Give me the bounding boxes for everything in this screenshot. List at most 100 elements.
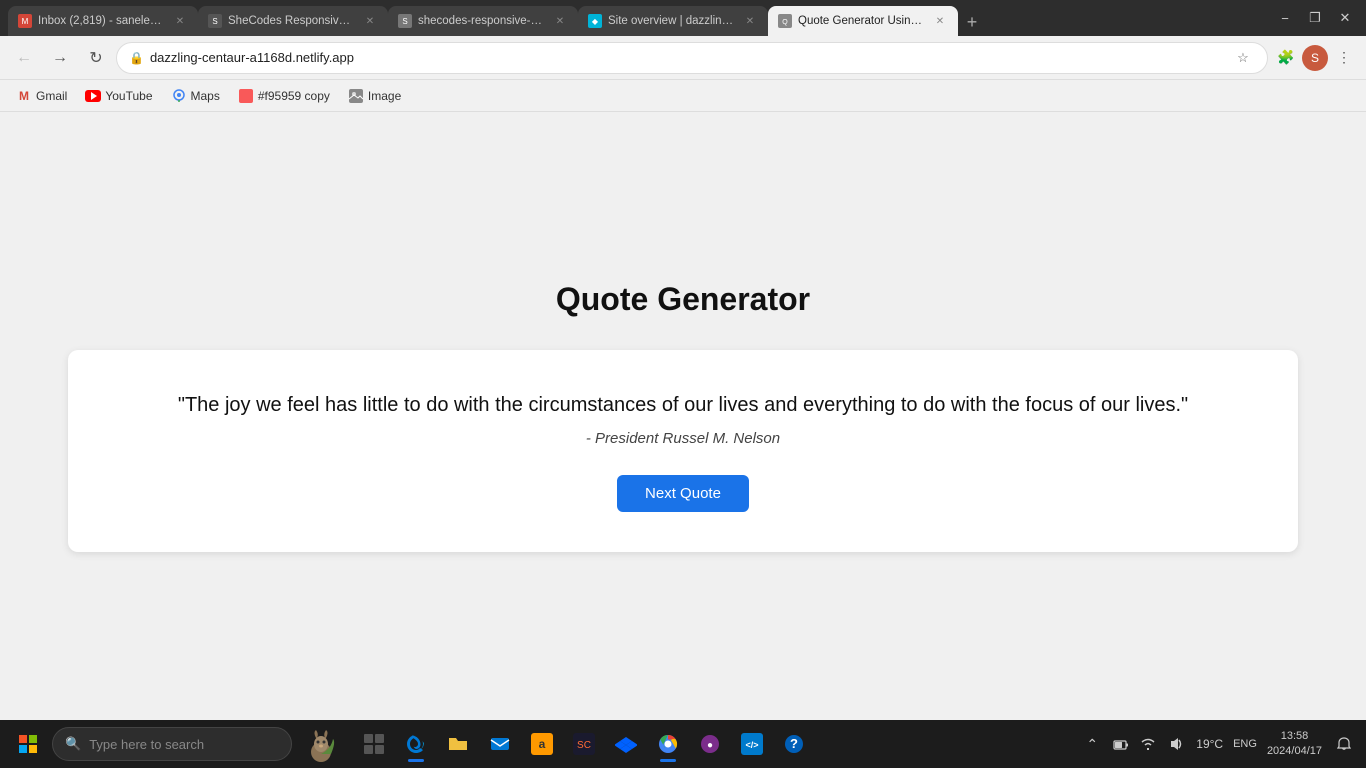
tab-favicon-inbox: M — [18, 14, 32, 28]
svg-text:Q: Q — [782, 19, 788, 26]
search-icon: 🔍 — [65, 736, 81, 752]
browser-frame: M Inbox (2,819) - sanelexegwa... ✕ S She… — [0, 0, 1366, 768]
temperature-display[interactable]: 19°C — [1192, 732, 1227, 756]
taskbar: 🔍 Type here to search — [0, 720, 1366, 768]
bookmark-f95959-favicon — [238, 88, 254, 104]
maximize-button[interactable]: ❐ — [1302, 5, 1328, 31]
profile-avatar[interactable]: S — [1302, 45, 1328, 71]
purple-app-button[interactable]: ● — [690, 724, 730, 764]
window-controls: − ❐ ✕ — [1272, 5, 1358, 31]
tab-close-quote-generator[interactable]: ✕ — [932, 13, 948, 29]
svg-text:S: S — [402, 17, 407, 26]
youtube-favicon — [85, 88, 101, 104]
vscode-button[interactable]: </> — [732, 724, 772, 764]
volume-icon[interactable] — [1164, 732, 1188, 756]
chrome-button[interactable] — [648, 724, 688, 764]
task-view-button[interactable] — [354, 724, 394, 764]
dropbox-button[interactable] — [606, 724, 646, 764]
bookmark-youtube[interactable]: YouTube — [77, 84, 160, 108]
tab-close-inbox[interactable]: ✕ — [172, 13, 188, 29]
taskbar-search[interactable]: 🔍 Type here to search — [52, 727, 292, 761]
address-bar-actions: ☆ — [1231, 46, 1255, 70]
back-button[interactable]: ← — [8, 42, 40, 74]
bookmark-maps[interactable]: Maps — [163, 84, 228, 108]
bookmark-f95959-label: #f95959 copy — [258, 89, 330, 103]
file-explorer-button[interactable] — [438, 724, 478, 764]
game-button[interactable]: SC — [564, 724, 604, 764]
amazon-button[interactable]: a — [522, 724, 562, 764]
reload-button[interactable]: ↻ — [80, 42, 112, 74]
tab-quote-generator[interactable]: Q Quote Generator Using HTM... ✕ — [768, 6, 958, 36]
temperature-text: 19°C — [1196, 737, 1223, 751]
bookmarks-bar: M Gmail YouTube Maps #f95959 — [0, 80, 1366, 112]
tab-favicon-shecodes1: S — [208, 14, 222, 28]
svg-text:?: ? — [790, 736, 798, 751]
svg-text:SC: SC — [577, 740, 591, 751]
tab-inbox[interactable]: M Inbox (2,819) - sanelexegwa... ✕ — [8, 6, 198, 36]
svg-text:a: a — [539, 737, 546, 751]
svg-text:●: ● — [707, 740, 713, 751]
bookmark-page-icon[interactable]: ☆ — [1231, 46, 1255, 70]
mail-button[interactable] — [480, 724, 520, 764]
svg-text:S: S — [212, 17, 217, 26]
clock-date: 2024/04/17 — [1267, 744, 1322, 759]
bookmark-f95959[interactable]: #f95959 copy — [230, 84, 338, 108]
tab-title-inbox: Inbox (2,819) - sanelexegwa... — [38, 15, 166, 27]
bookmark-image-label: Image — [368, 89, 401, 103]
tab-close-shecodes1[interactable]: ✕ — [362, 13, 378, 29]
clock[interactable]: 13:58 2024/04/17 — [1263, 729, 1326, 760]
minimize-button[interactable]: − — [1272, 5, 1298, 31]
bookmark-gmail-label: Gmail — [36, 89, 67, 103]
taskbar-right: ⌃ — [1080, 729, 1358, 760]
menu-button[interactable]: ⋮ — [1330, 44, 1358, 72]
system-tray-expand[interactable]: ⌃ — [1080, 732, 1104, 756]
tab-close-shecodes2[interactable]: ✕ — [552, 13, 568, 29]
maps-favicon — [171, 88, 187, 104]
tab-favicon-site-overview: ◆ — [588, 14, 602, 28]
language-display[interactable]: ENG — [1231, 732, 1259, 756]
search-placeholder-text: Type here to search — [89, 737, 204, 752]
image-favicon — [348, 88, 364, 104]
quote-text: "The joy we feel has little to do with t… — [178, 390, 1188, 420]
tab-shecodes2[interactable]: S shecodes-responsive-portfo... ✕ — [388, 6, 578, 36]
bookmark-gmail[interactable]: M Gmail — [8, 84, 75, 108]
title-bar: M Inbox (2,819) - sanelexegwa... ✕ S She… — [0, 0, 1366, 36]
tab-title-site-overview: Site overview | dazzling-cen... — [608, 15, 736, 27]
help-button[interactable]: ? — [774, 724, 814, 764]
tab-favicon-quote-generator: Q — [778, 14, 792, 28]
svg-text:M: M — [22, 17, 29, 26]
page-title: Quote Generator — [556, 281, 810, 318]
tabs-row: M Inbox (2,819) - sanelexegwa... ✕ S She… — [8, 0, 1264, 36]
edge-browser-button[interactable] — [396, 724, 436, 764]
close-button[interactable]: ✕ — [1332, 5, 1358, 31]
tab-favicon-shecodes2: S — [398, 14, 412, 28]
tab-title-quote-generator: Quote Generator Using HTM... — [798, 15, 926, 27]
svg-text:</>: </> — [745, 740, 758, 750]
svg-text:◆: ◆ — [592, 17, 599, 26]
page-content: Quote Generator "The joy we feel has lit… — [0, 112, 1366, 720]
tab-close-site-overview[interactable]: ✕ — [742, 13, 758, 29]
start-button[interactable] — [8, 724, 48, 764]
gmail-favicon: M — [16, 88, 32, 104]
tab-shecodes1[interactable]: S SheCodes Responsive Final P... ✕ — [198, 6, 388, 36]
power-icon[interactable] — [1108, 732, 1132, 756]
language-text: ENG — [1233, 738, 1257, 750]
tab-site-overview[interactable]: ◆ Site overview | dazzling-cen... ✕ — [578, 6, 768, 36]
notification-button[interactable] — [1330, 730, 1358, 758]
address-bar[interactable]: 🔒 dazzling-centaur-a1168d.netlify.app ☆ — [116, 42, 1268, 74]
network-icon[interactable] — [1136, 732, 1160, 756]
clock-time: 13:58 — [1281, 729, 1309, 744]
tab-title-shecodes1: SheCodes Responsive Final P... — [228, 15, 356, 27]
bookmark-image[interactable]: Image — [340, 84, 409, 108]
extensions-button[interactable]: 🧩 — [1272, 44, 1300, 72]
security-lock-icon: 🔒 — [129, 51, 144, 65]
quote-app: Quote Generator "The joy we feel has lit… — [0, 281, 1366, 552]
bookmark-youtube-label: YouTube — [105, 89, 152, 103]
squirrel-mascot — [296, 724, 346, 764]
next-quote-button[interactable]: Next Quote — [617, 475, 749, 512]
quote-card: "The joy we feel has little to do with t… — [68, 350, 1297, 552]
taskbar-apps: a SC — [354, 724, 814, 764]
quote-author: - President Russel M. Nelson — [586, 430, 780, 447]
forward-button[interactable]: → — [44, 42, 76, 74]
new-tab-button[interactable]: + — [958, 8, 986, 36]
